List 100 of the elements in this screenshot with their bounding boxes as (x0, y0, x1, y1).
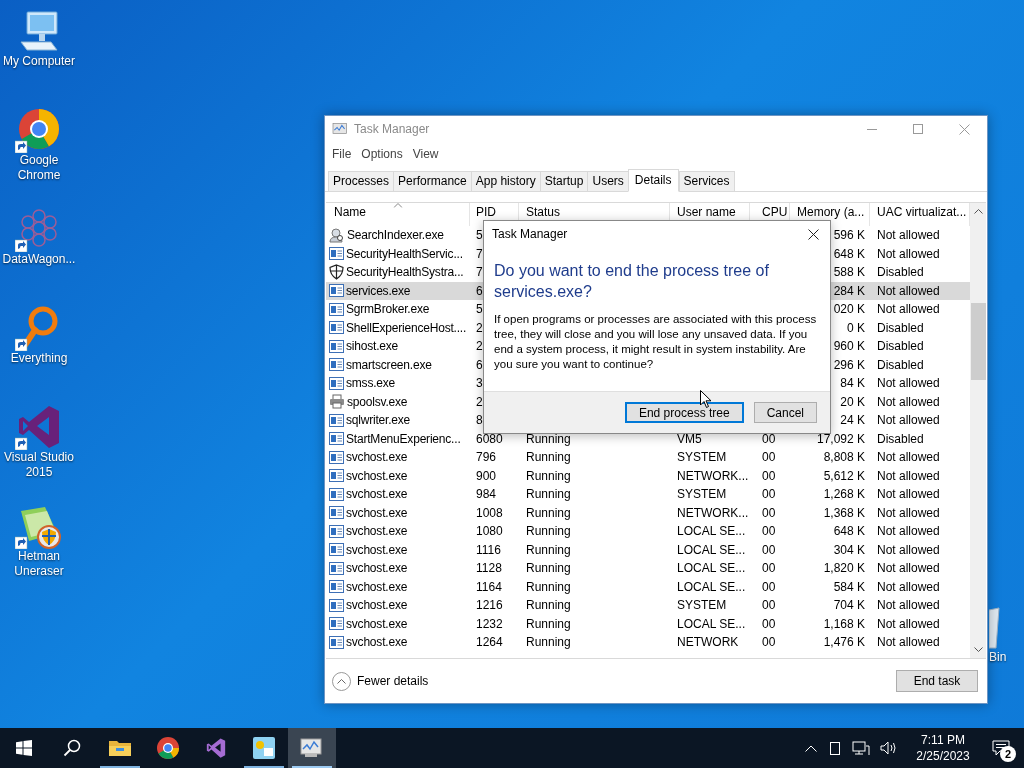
table-cell: 1080 (476, 524, 503, 539)
table-cell: 00 (762, 616, 776, 631)
table-cell-text: spoolsv.exe (347, 393, 408, 411)
table-cell: Not allowed (877, 450, 940, 465)
table-cell: Disabled (877, 431, 924, 446)
table-cell: Not allowed (877, 542, 940, 557)
table-cell-text: SearchIndexer.exe (347, 227, 444, 245)
table-cell: 3 (476, 376, 483, 391)
table-cell: Not allowed (877, 283, 940, 298)
notification-badge: 2 (1000, 746, 1016, 762)
table-cell-text: svchost.exe (346, 634, 408, 652)
table-cell: 1128 (476, 561, 502, 576)
table-cell: 1,368 K (823, 505, 865, 520)
table-cell: 00 (762, 487, 776, 502)
table-cell: 5 (476, 228, 483, 243)
table-cell: NETWORK... (677, 505, 749, 520)
table-cell: Running (526, 487, 571, 502)
table-cell: 00 (762, 635, 776, 650)
table-cell: 2 (476, 394, 483, 409)
table-cell: 1164 (476, 579, 502, 594)
table-cell-text: StartMenuExperienc... (346, 430, 461, 448)
table-cell: 6080 (476, 431, 503, 446)
table-cell: 704 K (833, 598, 865, 613)
table-cell: 24 K (840, 413, 865, 428)
table-cell-text: svchost.exe (346, 615, 408, 633)
table-cell: 00 (762, 450, 776, 465)
table-cell: 1264 (476, 635, 503, 650)
table-cell: Running (526, 524, 571, 539)
table-cell: 7 (476, 246, 483, 261)
table-cell: LOCAL SE... (677, 561, 746, 576)
table-cell: 00 (762, 505, 776, 520)
table-cell: Not allowed (877, 635, 940, 650)
table-cell-text: SecurityHealthSystra... (346, 264, 464, 282)
table-cell: 960 K (833, 339, 865, 354)
table-cell: 1232 (476, 616, 503, 631)
table-cell-text: sihost.exe (346, 338, 399, 356)
table-cell: LOCAL SE... (677, 579, 746, 594)
table-cell: 00 (762, 431, 776, 446)
table-cell: LOCAL SE... (677, 542, 746, 557)
table-cell: 7 (476, 265, 483, 280)
table-cell: Not allowed (877, 228, 940, 243)
table-cell: 1008 (476, 505, 503, 520)
table-cell: 984 (476, 487, 497, 502)
table-cell-text: svchost.exe (346, 560, 408, 578)
table-cell: NETWORK (677, 635, 739, 650)
table-cell: Running (526, 505, 571, 520)
table-cell-text: svchost.exe (346, 486, 408, 504)
window-title: Task Manager (354, 121, 430, 138)
table-cell-text: svchost.exe (346, 578, 408, 596)
table-cell: SYSTEM (677, 487, 727, 502)
table-cell-text: SgrmBroker.exe (346, 301, 430, 319)
dialog-heading: Do you want to end the process tree of services.exe? (494, 261, 770, 302)
table-cell: VM5 (677, 431, 702, 446)
table-cell: Not allowed (877, 246, 940, 261)
table-cell-text: services.exe (346, 282, 411, 300)
table-cell: Running (526, 450, 571, 465)
table-cell: 5,612 K (823, 468, 865, 483)
table-cell: Not allowed (877, 561, 940, 576)
table-cell: Running (526, 542, 571, 557)
table-cell-text: svchost.exe (346, 449, 408, 467)
table-cell: Not allowed (877, 505, 940, 520)
table-cell: 20 K (840, 394, 865, 409)
table-cell: NETWORK... (677, 468, 749, 483)
table-cell-text: SecurityHealthServic... (346, 245, 463, 263)
table-cell-text: smartscreen.exe (346, 356, 432, 374)
table-cell-text: svchost.exe (346, 541, 408, 559)
table-cell: Not allowed (877, 579, 940, 594)
table-cell: Running (526, 431, 571, 446)
table-cell: 5 (476, 302, 483, 317)
table-cell: Not allowed (877, 598, 940, 613)
table-cell: SYSTEM (677, 598, 727, 613)
table-cell: 596 K (833, 228, 865, 243)
table-cell: 00 (762, 579, 776, 594)
table-cell: SYSTEM (677, 450, 727, 465)
dialog-title: Task Manager (492, 226, 568, 243)
table-cell: 1,476 K (823, 635, 865, 650)
table-cell-text: svchost.exe (346, 597, 408, 615)
table-cell: 796 (476, 450, 497, 465)
table-cell-text: svchost.exe (346, 523, 408, 541)
table-cell: Running (526, 579, 571, 594)
table-cell: Not allowed (877, 376, 940, 391)
table-cell: LOCAL SE... (677, 616, 746, 631)
table-cell: Disabled (877, 265, 924, 280)
table-cell: 648 K (833, 246, 865, 261)
table-cell: Disabled (877, 339, 924, 354)
table-cell: 1116 (476, 542, 501, 557)
table-cell: 1216 (476, 598, 503, 613)
table-cell: 6 (476, 357, 483, 372)
table-cell: LOCAL SE... (677, 524, 746, 539)
table-cell: Running (526, 635, 571, 650)
table-cell: 0 K (847, 320, 865, 335)
table-cell: 900 (476, 468, 497, 483)
table-cell: 8 (476, 413, 483, 428)
table-cell: Not allowed (877, 302, 940, 317)
table-cell: Running (526, 598, 571, 613)
table-cell: 1,168 K (823, 616, 865, 631)
table-cell: 284 K (833, 283, 865, 298)
table-cell: 1,268 K (823, 487, 865, 502)
table-cell: 00 (762, 598, 776, 613)
table-cell: 6 (476, 283, 483, 298)
